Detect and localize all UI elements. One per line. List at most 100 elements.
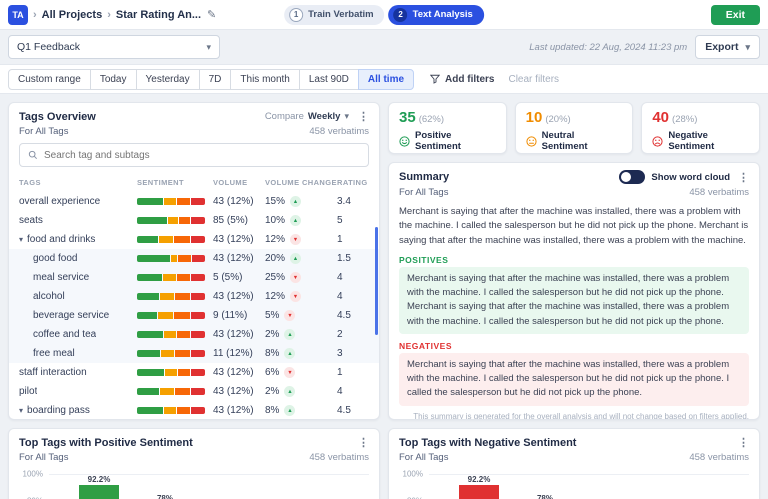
change-value: 20% [265,253,285,264]
sentiment-cell [137,198,213,205]
chart-card-subheader: For All Tags 458 verbatims [9,452,379,468]
sentiment-cell [137,388,213,395]
column-tags[interactable]: TAGS [19,178,137,187]
chart-card-header: Top Tags with Positive Sentiment ⋮ [9,429,379,452]
table-row[interactable]: seats 85 (5%) 10% 5 [9,211,379,230]
kebab-menu-icon[interactable]: ⋮ [358,436,369,449]
exit-button[interactable]: Exit [711,5,760,25]
change-value: 5% [265,310,279,321]
rating-value: 4 [337,291,367,302]
tag-label: free meal [33,348,75,359]
tag-cell: free meal [19,348,137,359]
tag-label: good food [33,253,78,264]
stat-line: 10(20%) [526,109,623,127]
range-today[interactable]: Today [90,69,137,90]
neutral-count: 10 [526,109,543,126]
chevron-down-icon[interactable]: ▾ [19,235,23,244]
summary-subheader: For All Tags 458 verbatims [389,187,759,203]
volume-change-cell: 8% [265,405,337,416]
trend-icon [290,272,301,283]
rating-value: 1 [337,367,367,378]
scope-label: For All Tags [19,126,68,137]
sentiment-cell [137,255,213,262]
add-filters-label: Add filters [445,74,494,85]
add-filters-button[interactable]: Add filters [430,74,494,85]
table-row[interactable]: good food 43 (12%) 20% 1.5 [9,249,379,268]
table-row[interactable]: free meal 11 (12%) 8% 3 [9,344,379,363]
table-row[interactable]: staff interaction 43 (12%) 6% 1 [9,363,379,382]
show-word-cloud-toggle[interactable] [619,170,645,184]
kebab-menu-icon[interactable]: ⋮ [738,436,749,449]
column-volume-change[interactable]: VOLUME CHANGE [265,178,337,187]
table-row[interactable]: coffee and tea 43 (12%) 2% 2 [9,325,379,344]
clear-filters-button[interactable]: Clear filters [508,74,559,85]
stat-label-line: Positive Sentiment [399,130,496,152]
table-row[interactable]: beverage service 9 (11%) 5% 4.5 [9,306,379,325]
sentiment-cell [137,312,213,319]
change-value: 8% [265,405,279,416]
bar[interactable] [459,485,499,499]
volume-change-cell: 5% [265,310,337,321]
table-row[interactable]: ▾boarding pass 43 (12%) 8% 4.5 [9,401,379,420]
kebab-menu-icon[interactable]: ⋮ [738,171,749,184]
range-yesterday[interactable]: Yesterday [136,69,200,90]
kebab-menu-icon[interactable]: ⋮ [358,110,369,123]
negative-sentiment-chart-card: Top Tags with Negative Sentiment ⋮ For A… [388,428,760,499]
sentiment-bar [137,274,205,281]
search-input[interactable] [44,150,360,161]
stat-label: Neutral Sentiment [542,130,623,152]
breadcrumb-all-projects[interactable]: All Projects [42,9,103,21]
chevron-down-icon[interactable]: ▾ [19,406,23,415]
range-last-90d[interactable]: Last 90D [299,69,359,90]
sentiment-bar [137,312,205,319]
tag-cell: pilot [19,386,137,397]
sentiment-cell [137,331,213,338]
card-title: Tags Overview [19,111,96,123]
edit-pencil-icon[interactable]: ✎ [207,8,216,21]
range-this-month[interactable]: This month [230,69,299,90]
rating-value: 4.5 [337,310,367,321]
volume-change-cell: 6% [265,367,337,378]
bars-group: 92.2% 78% [429,474,749,499]
scope-label: For All Tags [399,187,448,198]
sentiment-bar [137,369,205,376]
change-value: 15% [265,196,285,207]
vertical-scrollbar[interactable] [375,227,378,335]
range-7d[interactable]: 7D [199,69,232,90]
bar[interactable] [79,485,119,499]
rating-value: 1 [337,234,367,245]
column-volume[interactable]: VOLUME [213,178,265,187]
app-logo: TA [8,5,28,25]
volume-change-cell: 12% [265,291,337,302]
tag-search-box[interactable] [19,143,369,167]
toggle-label: Show word cloud [651,172,730,183]
dataset-select[interactable]: Q1 Feedback ▾ [8,35,220,59]
step-train-verbatim[interactable]: 1 Train Verbatim [284,5,384,25]
range-custom-range[interactable]: Custom range [8,69,91,90]
change-value: 8% [265,348,279,359]
step-text-analysis[interactable]: 2 Text Analysis [389,5,484,25]
table-row[interactable]: meal service 5 (5%) 25% 4 [9,268,379,287]
scope-label: For All Tags [19,452,68,463]
export-button[interactable]: Export ▾ [695,35,760,59]
positive-sentiment-chart-card: Top Tags with Positive Sentiment ⋮ For A… [8,428,380,499]
compare-dropdown[interactable]: Compare Weekly ▾ [265,111,349,122]
trend-icon [284,405,295,416]
chevron-down-icon: ▾ [344,111,349,122]
trend-icon [284,367,295,378]
range-all-time[interactable]: All time [358,69,414,90]
sentiment-bar [137,217,205,224]
bar-value-label: 92.2% [88,475,111,484]
y-axis: 100% 80% 60% [19,474,49,499]
table-row[interactable]: ▾food and drinks 43 (12%) 12% 1 [9,230,379,249]
main-content: Tags Overview Compare Weekly ▾ ⋮ For All… [0,94,768,499]
change-value: 2% [265,386,279,397]
column-sentiment[interactable]: SENTIMENT [137,178,213,187]
tag-label: overall experience [19,196,100,207]
table-row[interactable]: alcohol 43 (12%) 12% 4 [9,287,379,306]
y-axis: 100% 80% 60% [399,474,429,499]
table-row[interactable]: pilot 43 (12%) 2% 4 [9,382,379,401]
table-row[interactable]: overall experience 43 (12%) 15% 3.4 [9,192,379,211]
column-rating[interactable]: RATING [337,178,367,187]
sentiment-cell [137,369,213,376]
